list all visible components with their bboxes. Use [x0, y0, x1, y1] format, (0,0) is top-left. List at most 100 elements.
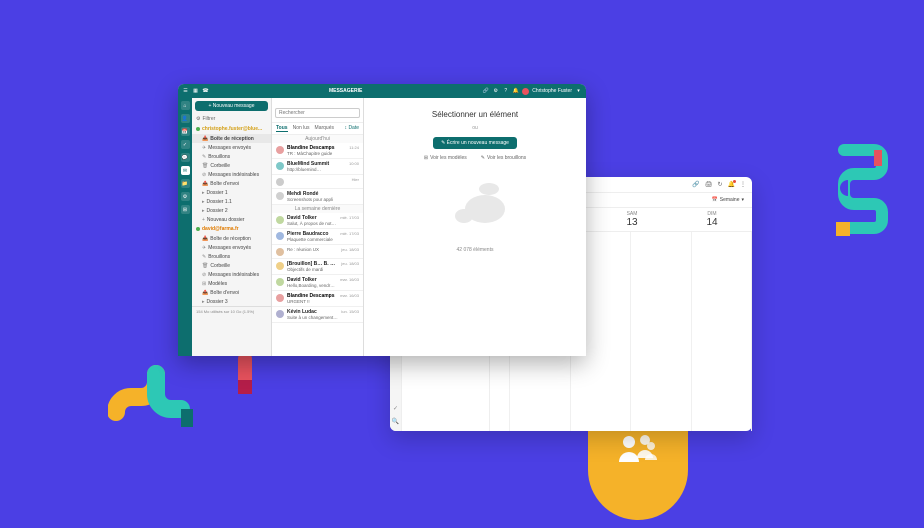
folder-item[interactable]: ▸Dossier 1	[192, 188, 271, 197]
message-item[interactable]: Blandine DescampsURGENT !! mar. 16/03	[272, 291, 363, 307]
folder-icon: 📤	[202, 290, 208, 296]
day-column[interactable]	[692, 232, 753, 431]
menu-icon[interactable]: ☰	[182, 88, 189, 95]
tab-unread[interactable]: Non lus	[293, 125, 310, 132]
folder-icon: 🗑	[202, 163, 208, 169]
view-selector[interactable]: 📅 Semaine ▾	[712, 197, 744, 203]
bell-icon[interactable]: 🔔	[512, 88, 519, 95]
folder-icon: +	[202, 217, 205, 223]
message-item[interactable]: Pierre BaudraccoPlaquette commerciale mi…	[272, 229, 363, 245]
message-item[interactable]: Re : réunion UX jeu. 18/03	[272, 245, 363, 259]
folder-icon: ▸	[202, 299, 205, 305]
folder-icon[interactable]: 📁	[181, 179, 190, 188]
message-item[interactable]: Kévin LudacSuite à un changement… lun. 1…	[272, 307, 363, 323]
folder-item[interactable]: ⊞Modèles	[192, 279, 271, 288]
compose-button[interactable]: ✎ Écrire un nouveau message	[433, 137, 517, 149]
item-count: 42 078 éléments	[457, 247, 494, 253]
avatar	[276, 178, 284, 186]
folder-item[interactable]: ⊘Messages indésirables	[192, 270, 271, 279]
print-icon[interactable]: 🖨	[705, 181, 713, 188]
chevron-down-icon: ▾	[741, 197, 744, 203]
empty-illustration	[435, 175, 515, 235]
message-item[interactable]: David TolkerSalut, À propos de notre… mi…	[272, 213, 363, 229]
drafts-link[interactable]: ✎Voir les brouillons	[481, 155, 526, 161]
account-header[interactable]: david@farma.fr	[192, 224, 271, 234]
search-input[interactable]	[275, 108, 360, 118]
tab-flagged[interactable]: Marqués	[315, 125, 334, 132]
mail-window: ☰ ▦ ☎ MESSAGERIE 🔗 ⚙ ? 🔔 Christophe Fust…	[178, 84, 586, 356]
folder-item[interactable]: 📤Boîte d'envoi	[192, 179, 271, 188]
settings-icon[interactable]: ⋮	[740, 181, 746, 188]
folder-item[interactable]: 📤Boîte d'envoi	[192, 288, 271, 297]
message-item[interactable]: [Brouillon] B… B. Descamps…Objectifs de …	[272, 259, 363, 275]
folder-item[interactable]: 🗑Corbeille	[192, 261, 271, 270]
status-dot	[196, 227, 200, 231]
folder-item[interactable]: 📥Boîte de réception	[192, 134, 271, 143]
chat-icon[interactable]: 💬	[181, 153, 190, 162]
user-name[interactable]: Christophe Fuster	[532, 88, 572, 94]
folder-icon: ✈	[202, 245, 206, 251]
folder-item[interactable]: 📥Boîte de réception	[192, 234, 271, 243]
chevron-down-icon[interactable]: ▾	[575, 88, 582, 95]
message-item[interactable]: Mehdi RondéScreenshots pour appli	[272, 189, 363, 205]
folder-item[interactable]: ⊘Messages indésirables	[192, 170, 271, 179]
folder-icon: ⊘	[202, 172, 206, 178]
gear-icon[interactable]: ⚙	[181, 192, 190, 201]
tasks-icon[interactable]: ✓	[393, 405, 398, 412]
filter-tabs: Tous Non lus Marqués ↕ Date	[272, 123, 363, 135]
status-dot	[196, 127, 200, 131]
avatar	[276, 162, 284, 170]
folder-item[interactable]: ▸Dossier 3	[192, 297, 271, 306]
folder-icon: 📥	[202, 136, 208, 142]
decorative-worm	[108, 352, 288, 442]
refresh-icon[interactable]: ↻	[717, 181, 722, 188]
home-icon[interactable]: ⌂	[181, 101, 190, 110]
bell-icon[interactable]: 🔔	[728, 181, 735, 188]
link-icon[interactable]: 🔗	[482, 88, 489, 95]
avatar	[276, 146, 284, 154]
contacts-icon[interactable]: 👤	[181, 114, 190, 123]
search-icon[interactable]: 🔍	[392, 418, 399, 425]
avatar	[276, 262, 284, 270]
templates-link[interactable]: ⊞Voir les modèles	[424, 155, 467, 161]
day-header[interactable]: DIM14	[672, 208, 752, 231]
avatar[interactable]	[522, 88, 529, 95]
folder-item[interactable]: ✎Brouillons	[192, 252, 271, 261]
filter-row[interactable]: ⚙Filtrer	[192, 114, 271, 124]
date-separator: Aujourd'hui	[272, 135, 363, 143]
template-icon: ⊞	[424, 155, 428, 161]
phone-icon[interactable]: ☎	[202, 88, 209, 95]
folder-panel: + Nouveau message ⚙Filtrer christophe.fu…	[192, 98, 272, 356]
day-header[interactable]: SAM13	[592, 208, 672, 231]
help-icon[interactable]: ?	[502, 88, 509, 95]
folder-icon: ✈	[202, 145, 206, 151]
message-item[interactable]: Hier	[272, 175, 363, 189]
mail-icon[interactable]: ✉	[181, 166, 190, 175]
folder-item[interactable]: ✈Messages envoyés	[192, 243, 271, 252]
folder-item[interactable]: ▸Dossier 1.1	[192, 197, 271, 206]
folder-icon: ▸	[202, 208, 205, 214]
folder-item[interactable]: 🗑Corbeille	[192, 161, 271, 170]
message-item[interactable]: David TolkerHello,Boarding, vendredi K… …	[272, 275, 363, 291]
calendar-icon: 📅	[712, 197, 718, 203]
grid-icon[interactable]: ▦	[192, 88, 199, 95]
calendar-icon[interactable]: 📅	[181, 127, 190, 136]
new-message-button[interactable]: + Nouveau message	[195, 101, 268, 111]
message-list: Tous Non lus Marqués ↕ Date Aujourd'hui …	[272, 98, 364, 356]
folder-item[interactable]: ✎Brouillons	[192, 152, 271, 161]
apps-icon[interactable]: ⊞	[181, 205, 190, 214]
tasks-icon[interactable]: ✓	[181, 140, 190, 149]
settings-icon[interactable]: ⚙	[492, 88, 499, 95]
message-item[interactable]: Blandine DescampsTR : MàChapitre guide 1…	[272, 143, 363, 159]
link-icon[interactable]: 🔗	[692, 181, 699, 188]
sort-selector[interactable]: ↕ Date	[345, 125, 359, 132]
message-item[interactable]: BlueMind Summithttp://bluemind… 10:00	[272, 159, 363, 175]
account-header[interactable]: christophe.fuster@blue...	[192, 124, 271, 134]
folder-item[interactable]: ▸Dossier 2	[192, 206, 271, 215]
day-column[interactable]	[631, 232, 692, 431]
folder-item[interactable]: +Nouveau dossier	[192, 215, 271, 224]
quota-text: 154 Mo utilisés sur 10 Go (1.5%)	[192, 306, 271, 316]
tab-all[interactable]: Tous	[276, 125, 288, 132]
folder-item[interactable]: ✈Messages envoyés	[192, 143, 271, 152]
folder-icon: ▸	[202, 190, 205, 196]
